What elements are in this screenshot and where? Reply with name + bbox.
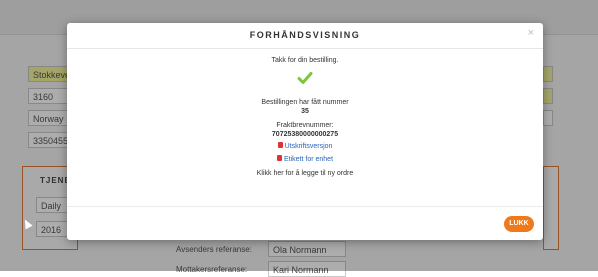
order-number: 35 (301, 108, 309, 115)
modal-header: FORHÅNDSVISNING × (67, 23, 543, 49)
close-icon[interactable]: × (528, 27, 534, 39)
label-link-row: Etikett for enhet (67, 155, 543, 163)
modal-footer-divider (67, 206, 543, 207)
print-version-link[interactable]: Utskriftsversjon (285, 143, 333, 150)
new-order-link[interactable]: Klikk her for å legge til ny ordre (67, 170, 543, 177)
print-link-row: Utskriftsversjon (67, 142, 543, 150)
close-button[interactable]: LUKK (504, 216, 534, 232)
waybill-label: Fraktbrevnummer: (276, 122, 334, 129)
modal-title: FORHÅNDSVISNING (249, 30, 361, 40)
order-text: Bestillingen har fått nummer (261, 99, 349, 106)
waybill-number: 70725380000000275 (271, 131, 339, 138)
unit-label-link[interactable]: Etikett for enhet (284, 156, 333, 163)
thanks-text: Takk for din bestilling. (271, 57, 339, 64)
preview-modal: FORHÅNDSVISNING × Takk for din bestillin… (67, 23, 543, 240)
checkmark-icon (297, 72, 313, 84)
pdf-icon (277, 142, 283, 149)
pdf-icon (276, 155, 282, 162)
